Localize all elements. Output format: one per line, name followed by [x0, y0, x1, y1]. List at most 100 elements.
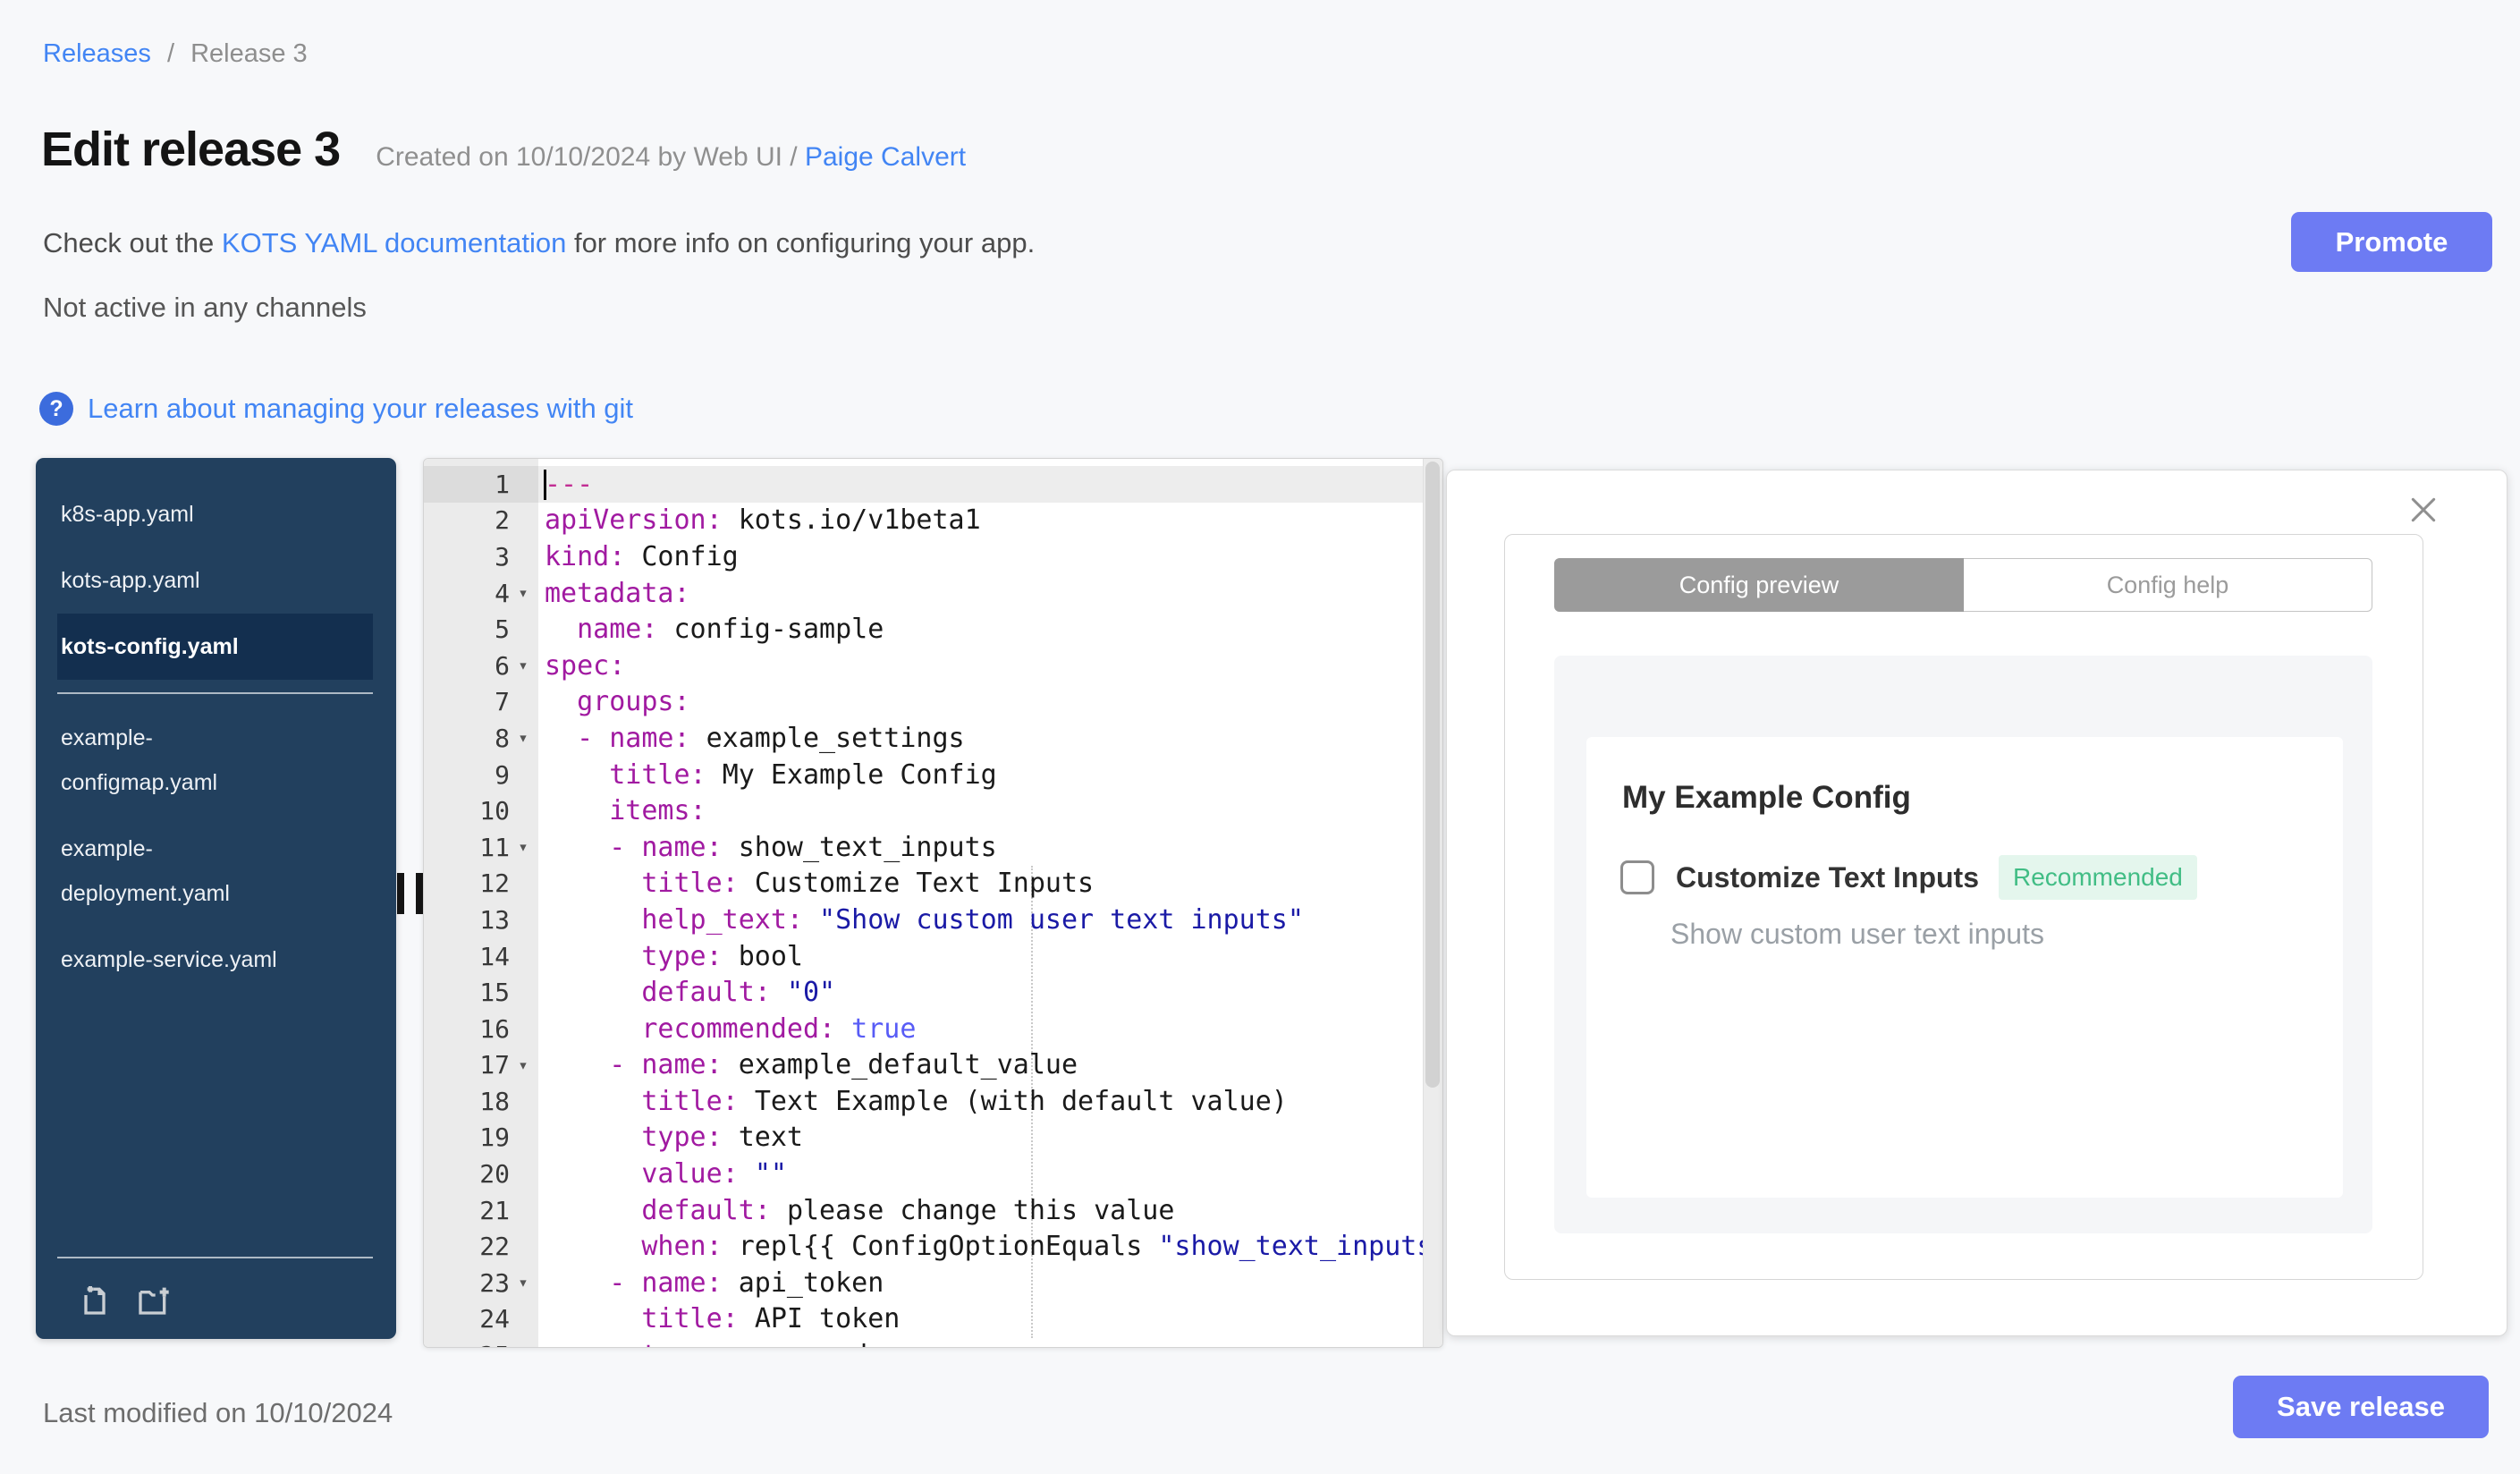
- line-number: 8: [495, 723, 510, 753]
- file-sidebar: k8s-app.yaml kots-app.yaml kots-config.yam…: [36, 458, 396, 1339]
- doc-hint-prefix: Check out the: [43, 227, 215, 258]
- code-text: when: repl{{ ConfigOptionEquals "show_te…: [545, 1231, 1442, 1263]
- editor-scrollbar[interactable]: [1423, 459, 1442, 1347]
- breadcrumb: Releases / Release 3: [43, 39, 308, 69]
- code-line[interactable]: 24 title: API token: [424, 1301, 1442, 1338]
- tab-config-help[interactable]: Config help: [1964, 558, 2372, 612]
- line-number: 13: [479, 904, 510, 935]
- code-text: spec:: [545, 649, 626, 682]
- code-text: default: please change this value: [545, 1194, 1175, 1226]
- channel-status: Not active in any channels: [43, 292, 367, 323]
- gutter-cell: 2: [424, 503, 538, 539]
- code-lines: 1 --- 2 apiVersion: kots.io/v1beta1 3 kind: C…: [424, 459, 1442, 1347]
- line-number: 11: [479, 832, 510, 862]
- code-text: help_text: "Show custom user text inputs…: [545, 903, 1304, 936]
- gutter-cell: 16: [424, 1011, 538, 1047]
- preview-tabs: Config preview Config help: [1554, 558, 2372, 612]
- save-release-button[interactable]: Save release: [2233, 1376, 2489, 1438]
- code-line[interactable]: 9 title: My Example Config: [424, 757, 1442, 793]
- code-line[interactable]: 7 groups:: [424, 684, 1442, 721]
- gutter-cell: 5: [424, 611, 538, 648]
- yaml-editor[interactable]: 1 --- 2 apiVersion: kots.io/v1beta1 3 kind: C…: [423, 458, 1443, 1348]
- close-icon[interactable]: [2406, 492, 2441, 528]
- new-folder-icon[interactable]: [134, 1282, 173, 1317]
- fold-arrow-icon[interactable]: ▾: [510, 837, 537, 857]
- file-item-kots-app-yaml[interactable]: kots-app.yaml: [57, 547, 373, 614]
- gutter-cell: 3: [424, 538, 538, 575]
- code-line[interactable]: 15 default: "0": [424, 974, 1442, 1011]
- line-number: 18: [479, 1086, 510, 1116]
- edit-release-page: Releases / Release 3 Edit release 3 Crea…: [0, 0, 2520, 1474]
- code-text: default: "0": [545, 977, 836, 1009]
- code-line[interactable]: 19 type: text: [424, 1120, 1442, 1156]
- fold-arrow-icon[interactable]: ▾: [510, 583, 537, 603]
- gutter-cell: 23 ▾: [424, 1265, 538, 1301]
- gutter-cell: 10: [424, 792, 538, 829]
- kots-yaml-doc-link[interactable]: KOTS YAML documentation: [222, 227, 566, 258]
- customize-text-inputs-checkbox[interactable]: [1620, 860, 1654, 894]
- fold-arrow-icon[interactable]: ▾: [510, 728, 537, 748]
- line-number: 22: [479, 1232, 510, 1262]
- line-number: 3: [495, 541, 510, 572]
- code-line[interactable]: 16 recommended: true: [424, 1011, 1442, 1047]
- breadcrumb-releases-link[interactable]: Releases: [43, 39, 151, 68]
- gutter-cell: 19: [424, 1120, 538, 1156]
- code-line[interactable]: 20 value: "": [424, 1156, 1442, 1192]
- gutter-cell: 11 ▾: [424, 829, 538, 866]
- config-group-title: My Example Config: [1622, 780, 1911, 815]
- code-line[interactable]: 11 ▾ - name: show_text_inputs: [424, 829, 1442, 866]
- file-item-k8s-app-yaml[interactable]: k8s-app.yaml: [57, 481, 373, 547]
- code-line[interactable]: 13 help_text: "Show custom user text inp…: [424, 902, 1442, 938]
- code-line[interactable]: 2 apiVersion: kots.io/v1beta1: [424, 503, 1442, 539]
- file-list: k8s-app.yaml kots-app.yaml kots-config.yam…: [36, 458, 396, 993]
- created-text: Created on 10/10/2024 by Web UI /: [376, 142, 798, 172]
- line-number: 9: [495, 759, 510, 790]
- git-help-link[interactable]: ? Learn about managing your releases wit…: [39, 392, 633, 426]
- gutter-cell: 6 ▾: [424, 648, 538, 684]
- tab-config-preview[interactable]: Config preview: [1554, 558, 1964, 612]
- code-line[interactable]: 22 when: repl{{ ConfigOptionEquals "show…: [424, 1228, 1442, 1265]
- config-preview-panel: Config preview Config help My Example Con…: [1446, 470, 2507, 1336]
- code-text: items:: [545, 795, 706, 827]
- code-line[interactable]: 6 ▾ spec:: [424, 648, 1442, 684]
- fold-arrow-icon[interactable]: ▾: [510, 656, 537, 675]
- code-line[interactable]: 25 type: password: [424, 1337, 1442, 1347]
- code-text: name: config-sample: [545, 614, 884, 646]
- code-text: - name: show_text_inputs: [545, 831, 997, 863]
- code-line[interactable]: 17 ▾ - name: example_default_value: [424, 1047, 1442, 1084]
- file-item-example-service-yaml[interactable]: example-service.yaml: [57, 927, 373, 993]
- code-line[interactable]: 4 ▾ metadata:: [424, 575, 1442, 612]
- page-title: Edit release 3: [41, 123, 341, 176]
- code-line[interactable]: 10 items:: [424, 792, 1442, 829]
- gutter-cell: 24: [424, 1301, 538, 1338]
- fold-arrow-icon[interactable]: ▾: [510, 1055, 537, 1075]
- code-line[interactable]: 18 title: Text Example (with default val…: [424, 1083, 1442, 1120]
- gutter-cell: 9: [424, 757, 538, 793]
- editor-scrollbar-thumb[interactable]: [1425, 462, 1440, 1088]
- code-line[interactable]: 14 type: bool: [424, 938, 1442, 975]
- gutter-cell: 7: [424, 684, 538, 721]
- code-line[interactable]: 21 default: please change this value: [424, 1192, 1442, 1229]
- sidebar-resize-handle[interactable]: [397, 873, 423, 914]
- file-item-kots-config-yaml[interactable]: kots-config.yaml: [57, 614, 373, 680]
- code-line[interactable]: 12 title: Customize Text Inputs: [424, 866, 1442, 902]
- code-line[interactable]: 23 ▾ - name: api_token: [424, 1265, 1442, 1301]
- fold-arrow-icon[interactable]: ▾: [510, 1273, 537, 1292]
- file-item-example-deployment-yaml[interactable]: example-deployment.yaml: [57, 816, 373, 927]
- author-link[interactable]: Paige Calvert: [805, 142, 966, 172]
- file-item-example-configmap-yaml[interactable]: example-configmap.yaml: [57, 705, 373, 816]
- line-number: 15: [479, 978, 510, 1008]
- git-help-link-text: Learn about managing your releases with …: [88, 393, 634, 424]
- code-line[interactable]: 3 kind: Config: [424, 538, 1442, 575]
- line-number: 21: [479, 1195, 510, 1225]
- code-line[interactable]: 8 ▾ - name: example_settings: [424, 720, 1442, 757]
- gutter-cell: 20: [424, 1156, 538, 1192]
- new-file-icon[interactable]: [77, 1282, 113, 1317]
- promote-button[interactable]: Promote: [2291, 212, 2492, 272]
- recommended-badge: Recommended: [1998, 855, 2197, 900]
- file-name: example-deployment.yaml: [61, 836, 230, 906]
- code-text: title: My Example Config: [545, 758, 997, 791]
- line-number: 20: [479, 1159, 510, 1190]
- code-line[interactable]: 1 ---: [424, 466, 1442, 503]
- code-line[interactable]: 5 name: config-sample: [424, 611, 1442, 648]
